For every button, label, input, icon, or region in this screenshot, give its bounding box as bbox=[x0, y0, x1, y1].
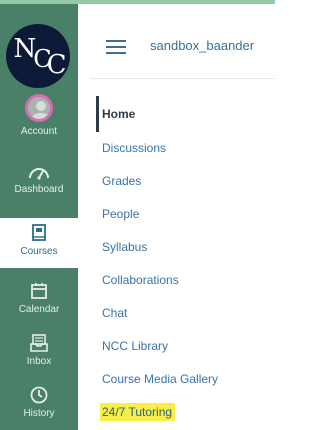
dashboard-icon bbox=[29, 168, 49, 180]
inbox-icon bbox=[30, 334, 48, 352]
course-nav-collaborations[interactable]: Collaborations bbox=[102, 271, 179, 289]
active-indicator bbox=[96, 96, 99, 132]
global-nav-history[interactable]: History bbox=[0, 386, 78, 419]
course-nav-course-media-gallery[interactable]: Course Media Gallery bbox=[102, 370, 218, 388]
calendar-icon bbox=[31, 283, 47, 299]
global-nav-label: Dashboard bbox=[14, 184, 64, 195]
course-nav-ncc-library[interactable]: NCC Library bbox=[102, 337, 168, 355]
global-nav-courses[interactable]: Courses bbox=[0, 218, 78, 268]
global-nav-label: History bbox=[23, 408, 55, 419]
avatar-icon bbox=[25, 94, 53, 122]
institution-logo[interactable]: NCC bbox=[6, 24, 70, 88]
global-nav-account[interactable]: Account bbox=[0, 94, 78, 137]
global-nav-calendar[interactable]: Calendar bbox=[0, 282, 78, 315]
header-divider bbox=[90, 78, 275, 79]
course-nav-tutoring[interactable]: 24/7 Tutoring bbox=[100, 403, 176, 421]
global-nav-label: Inbox bbox=[26, 356, 52, 367]
course-nav-syllabus[interactable]: Syllabus bbox=[102, 238, 147, 256]
course-nav-people[interactable]: People bbox=[102, 205, 139, 223]
course-nav-chat[interactable]: Chat bbox=[102, 304, 127, 322]
global-nav-inbox[interactable]: Inbox bbox=[0, 334, 78, 367]
global-nav-dashboard[interactable]: Dashboard bbox=[0, 164, 78, 195]
courses-icon bbox=[32, 224, 46, 241]
global-nav: NCC Account Dashboard Courses Calendar I… bbox=[0, 4, 78, 430]
history-icon bbox=[30, 386, 48, 404]
course-nav-grades[interactable]: Grades bbox=[102, 172, 141, 190]
course-nav-discussions[interactable]: Discussions bbox=[102, 139, 166, 157]
global-nav-label: Calendar bbox=[18, 304, 60, 315]
course-nav-home[interactable]: Home bbox=[102, 105, 135, 123]
breadcrumb-course[interactable]: sandbox_baander bbox=[150, 38, 254, 53]
global-nav-label: Courses bbox=[20, 246, 58, 257]
global-nav-label: Account bbox=[20, 126, 58, 137]
hamburger-icon[interactable] bbox=[106, 40, 126, 54]
